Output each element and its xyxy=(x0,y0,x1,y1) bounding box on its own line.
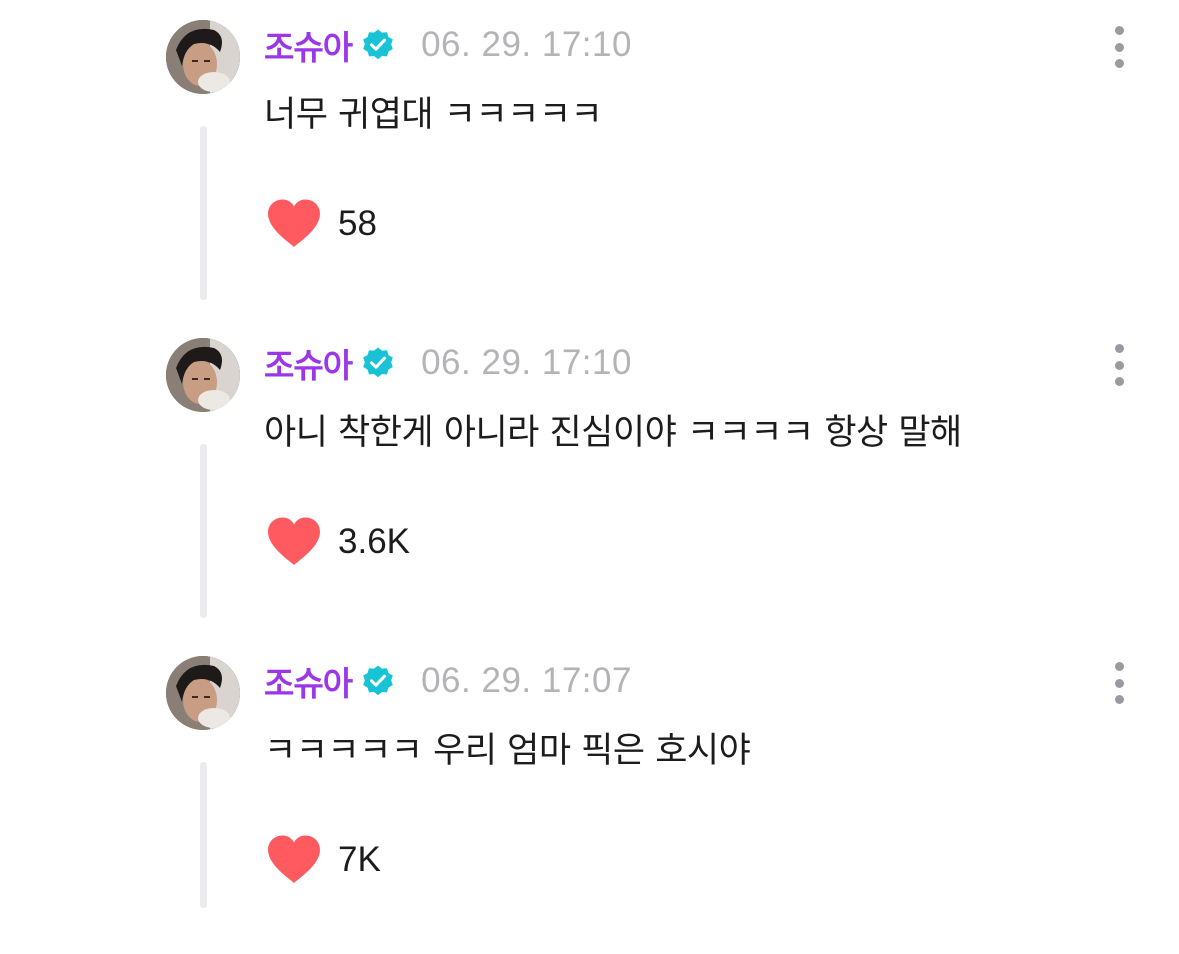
comment-item: 조슈아 06. 29. 17:10 아니 착한게 아니라 진심이야 ㅋㅋㅋㅋ 항… xyxy=(0,318,1179,636)
comment-timestamp: 06. 29. 17:10 xyxy=(421,343,632,382)
thread-line xyxy=(200,126,207,300)
verified-badge-icon xyxy=(361,28,395,62)
avatar[interactable] xyxy=(166,20,240,94)
more-options-button[interactable] xyxy=(1108,26,1130,68)
comment-header: 조슈아 06. 29. 17:07 xyxy=(264,658,632,704)
avatar[interactable] xyxy=(166,656,240,730)
comment-header: 조슈아 06. 29. 17:10 xyxy=(264,340,632,386)
like-row: 7K xyxy=(266,832,381,888)
like-count: 7K xyxy=(338,840,381,879)
comment-timestamp: 06. 29. 17:10 xyxy=(421,25,632,64)
like-count: 3.6K xyxy=(338,522,410,561)
author-name[interactable]: 조슈아 xyxy=(264,21,353,69)
more-vertical-icon xyxy=(1114,26,1124,35)
heart-icon[interactable] xyxy=(266,516,322,568)
author-name[interactable]: 조슈아 xyxy=(264,657,353,705)
thread-line xyxy=(200,444,207,618)
heart-icon[interactable] xyxy=(266,834,322,886)
comment-text: 아니 착한게 아니라 진심이야 ㅋㅋㅋㅋ 항상 말해 xyxy=(264,413,962,453)
avatar[interactable] xyxy=(166,338,240,412)
thread-line xyxy=(200,762,207,908)
comment-timestamp: 06. 29. 17:07 xyxy=(421,661,632,700)
like-row: 58 xyxy=(266,196,377,252)
heart-icon[interactable] xyxy=(266,198,322,250)
comment-text: 너무 귀엽대 ㅋㅋㅋㅋㅋ xyxy=(264,95,603,135)
more-vertical-icon xyxy=(1114,344,1124,353)
more-vertical-icon xyxy=(1114,662,1124,671)
comment-item: 조슈아 06. 29. 17:10 너무 귀엽대 ㅋㅋㅋㅋㅋ 58 xyxy=(0,0,1179,318)
more-options-button[interactable] xyxy=(1108,344,1130,386)
comment-item: 조슈아 06. 29. 17:07 ㅋㅋㅋㅋㅋ 우리 엄마 픽은 호시야 7K xyxy=(0,636,1179,954)
more-options-button[interactable] xyxy=(1108,662,1130,704)
comment-text: ㅋㅋㅋㅋㅋ 우리 엄마 픽은 호시야 xyxy=(264,731,751,771)
verified-badge-icon xyxy=(361,346,395,380)
comment-header: 조슈아 06. 29. 17:10 xyxy=(264,22,632,68)
author-name[interactable]: 조슈아 xyxy=(264,339,353,387)
like-row: 3.6K xyxy=(266,514,410,570)
verified-badge-icon xyxy=(361,664,395,698)
like-count: 58 xyxy=(338,204,377,243)
